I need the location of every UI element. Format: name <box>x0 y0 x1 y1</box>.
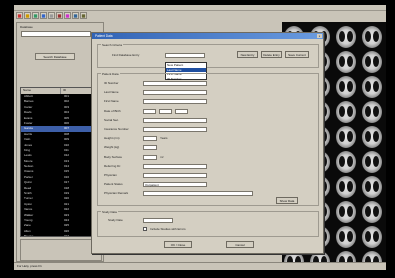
list-rows: Abbott 001 Barnes 002 Carter 003 Davis 004 Evans… <box>21 94 101 237</box>
open-icon[interactable] <box>16 12 23 19</box>
print-icon[interactable] <box>32 12 39 19</box>
ct-slice-thumbnail[interactable] <box>362 126 382 148</box>
field-label: Physician Remark <box>104 191 129 196</box>
ct-slice-thumbnail[interactable] <box>336 151 356 173</box>
close-button[interactable]: x <box>317 34 322 38</box>
ct-slice-thumbnail[interactable] <box>336 226 356 248</box>
field-input[interactable]: Outpatient <box>143 182 207 188</box>
field-label: Social Sec. <box>104 117 120 122</box>
ct-slice-thumbnail[interactable] <box>336 126 356 148</box>
dob-field[interactable] <box>175 108 188 114</box>
field-label: First Name <box>104 99 119 104</box>
field-input[interactable] <box>143 136 157 142</box>
group-label: Study Data <box>101 210 118 214</box>
bsa-unit-label: m² <box>160 154 164 159</box>
help-icon[interactable] <box>80 12 87 19</box>
ct-slice-thumbnail[interactable] <box>336 176 356 198</box>
new-entry-button[interactable]: New Entry <box>237 51 258 58</box>
cancel-button[interactable]: Cancel <box>226 241 254 248</box>
field-input[interactable] <box>143 81 207 86</box>
field-input[interactable] <box>143 163 207 169</box>
field-input[interactable] <box>143 173 207 178</box>
list-item[interactable]: Brooks 027 <box>21 234 101 237</box>
dialog-titlebar: Patient Data x <box>92 33 323 39</box>
patient-data-dialog: Patient Data x Search Criteria Find Data… <box>91 32 324 254</box>
dialog-title: Patient Data <box>95 34 113 38</box>
field-label: Physician <box>104 173 117 177</box>
find-entry-field[interactable] <box>165 53 205 58</box>
study-data-group: Study Data Study Date Include Studies wi… <box>97 210 319 237</box>
field-input[interactable] <box>143 127 207 132</box>
field-label: Body Surface <box>104 154 123 159</box>
field-label: Height (cm) <box>104 136 120 141</box>
study-date-label: Study Date <box>108 218 123 222</box>
search-input[interactable] <box>21 31 91 37</box>
ct-slice-thumbnail[interactable] <box>362 176 382 198</box>
ct-slice-thumbnail[interactable] <box>336 51 356 73</box>
list-item-name: Brooks <box>24 234 34 237</box>
ct-slice-thumbnail[interactable] <box>336 101 356 123</box>
screen: Database Search Database Name ID Abbott 0… <box>14 5 386 270</box>
ct-slice-thumbnail[interactable] <box>362 226 382 248</box>
group-label: Search Criteria <box>101 43 124 47</box>
patient-list[interactable]: Name ID Abbott 001 Barnes 002 Carter 003 Davis… <box>20 87 102 237</box>
field-input[interactable] <box>143 90 207 96</box>
ct-slice-thumbnail[interactable] <box>362 101 382 123</box>
show-data-button[interactable]: Show Data <box>276 197 298 204</box>
dob-field[interactable] <box>159 108 172 114</box>
include-errors-label: Include Studies with Errors <box>150 227 186 231</box>
delete-entry-button[interactable]: Delete Entry <box>261 51 282 58</box>
study-date-field[interactable] <box>143 218 173 223</box>
save-icon[interactable] <box>24 12 31 19</box>
field-label: Weight (kg) <box>104 145 120 150</box>
field-input[interactable] <box>143 117 207 123</box>
save-current-button[interactable]: Save Current <box>285 51 309 58</box>
ct-slice-thumbnail[interactable] <box>336 26 356 48</box>
field-label: Referring Dr. <box>104 163 122 168</box>
ct-slice-thumbnail[interactable] <box>362 151 382 173</box>
find-entry-label: Find Database Entry <box>112 53 140 57</box>
field-label: Last Name <box>104 90 119 95</box>
toolbar <box>16 12 96 20</box>
field-input[interactable] <box>143 99 207 105</box>
ct-slice-thumbnail[interactable] <box>362 51 382 73</box>
search-criteria-group: Search Criteria Find Database Entry New … <box>97 43 319 68</box>
ct-slice-thumbnail[interactable] <box>362 76 382 98</box>
field-label: ID Number <box>104 81 119 85</box>
search-database-button[interactable]: Search Database <box>35 53 75 60</box>
ct-slice-thumbnail[interactable] <box>336 76 356 98</box>
field-label: Date of Birth <box>104 108 121 113</box>
field-label: Patient Status <box>104 182 123 187</box>
field-input[interactable] <box>143 154 157 160</box>
status-bar: For Help, press F1 <box>14 262 386 270</box>
ok-button[interactable]: OK / Close <box>164 241 192 248</box>
dob-field[interactable] <box>143 108 156 114</box>
group-label: Patient Data <box>101 72 120 76</box>
field-input[interactable] <box>143 145 157 151</box>
left-panel-footer <box>20 239 102 261</box>
unit-label: Years <box>160 136 168 141</box>
field-label: Insurance Number <box>104 127 129 131</box>
panel-label: Database <box>20 25 33 29</box>
image-icon[interactable] <box>40 12 47 19</box>
zoom-icon[interactable] <box>56 12 63 19</box>
ruler-icon[interactable] <box>48 12 55 19</box>
contrast-icon[interactable] <box>64 12 71 19</box>
field-input[interactable] <box>143 191 253 197</box>
ct-slice-thumbnail[interactable] <box>362 26 382 48</box>
ct-slice-thumbnail[interactable] <box>362 201 382 223</box>
patient-data-group: Patient Data ID Number Last Name First Nam… <box>97 72 319 206</box>
app-titlebar <box>14 5 386 11</box>
ct-slice-thumbnail[interactable] <box>336 201 356 223</box>
include-errors-checkbox[interactable] <box>143 227 147 231</box>
settings-icon[interactable] <box>72 12 79 19</box>
